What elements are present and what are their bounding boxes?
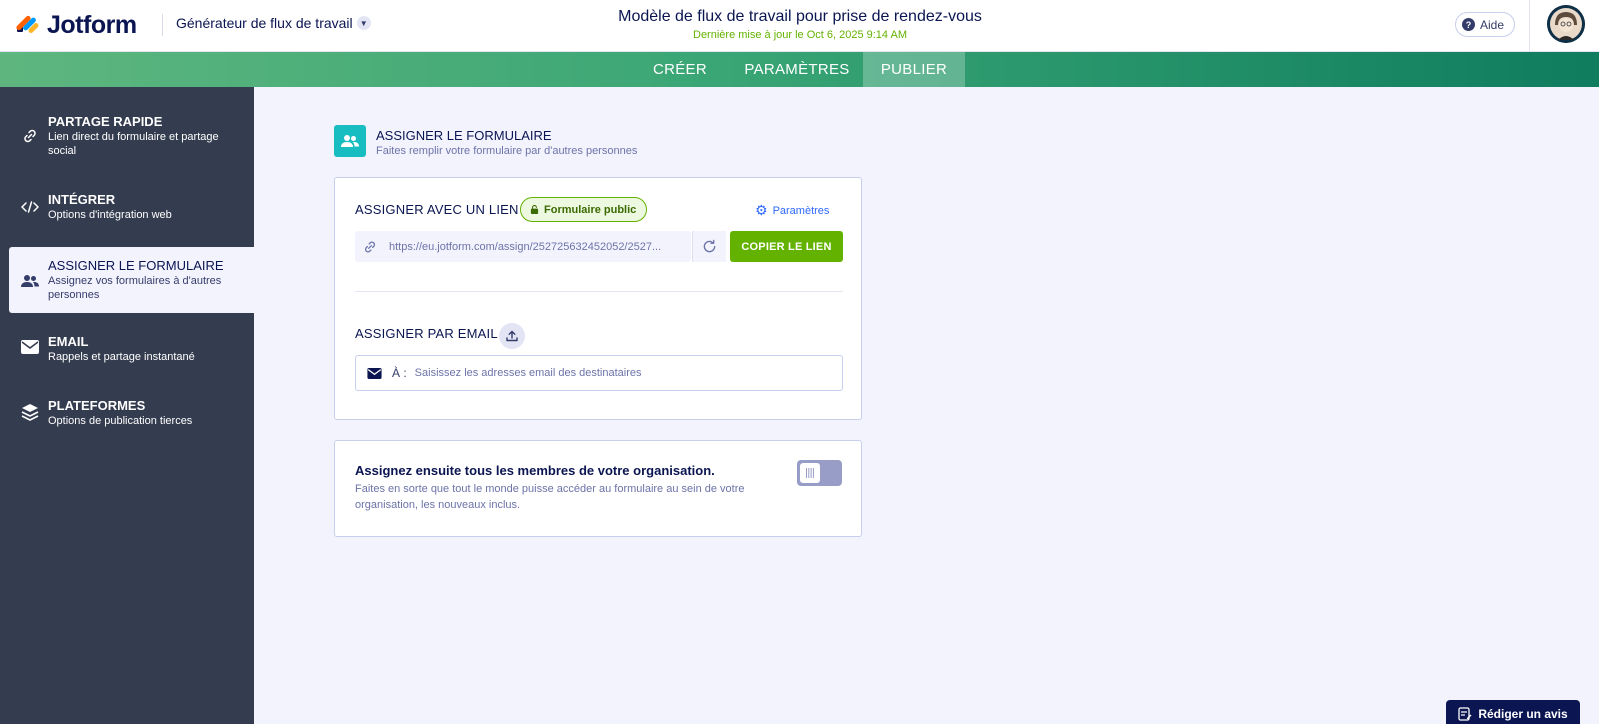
sidebar-item-label: ASSIGNER LE FORMULAIRE <box>48 258 224 273</box>
settings-label: Paramètres <box>772 204 830 217</box>
help-button[interactable]: ? Aide <box>1455 12 1516 37</box>
sidebar-item-label: PARTAGE RAPIDE <box>48 114 163 129</box>
publish-sidebar: PARTAGE RAPIDE Lien direct du formulaire… <box>0 87 254 724</box>
help-icon: ? <box>1462 18 1475 31</box>
tab-publier[interactable]: PUBLIER <box>863 52 965 87</box>
assign-section-icon <box>334 125 366 157</box>
builder-label: Générateur de flux de travail <box>176 15 353 31</box>
envelope-icon <box>20 337 40 357</box>
assign-url: https://eu.jotform.com/assign/2527256324… <box>389 240 662 253</box>
sidebar-item-sub: Options d'intégration web <box>48 209 172 221</box>
sidebar-item-integrer[interactable]: INTÉGRER Options d'intégration web <box>0 187 254 227</box>
sidebar-item-label: INTÉGRER <box>48 192 116 207</box>
feedback-button[interactable]: Rédiger un avis <box>1446 700 1580 724</box>
envelope-icon <box>356 367 392 379</box>
header-divider <box>162 14 163 36</box>
users-icon <box>20 271 40 291</box>
sidebar-item-sub: Lien direct du formulaire et partage soc… <box>48 131 219 157</box>
assign-email-title: ASSIGNER PAR EMAIL <box>355 326 498 341</box>
copy-link-button[interactable]: COPIER LE LIEN <box>730 231 843 262</box>
tab-creer[interactable]: CRÉER <box>640 52 720 87</box>
grip-icon <box>806 468 814 478</box>
sidebar-item-plateformes[interactable]: PLATEFORMES Options de publication tierc… <box>0 393 254 433</box>
recipient-email-field[interactable]: À : <box>355 355 843 391</box>
sidebar-item-sub: Options de publication tierces <box>48 415 193 427</box>
tab-parametres[interactable]: PARAMÈTRES <box>732 52 862 87</box>
logo-text: Jotform <box>47 10 137 39</box>
sidebar-item-email[interactable]: EMAIL Rappels et partage instantané <box>0 329 254 369</box>
sidebar-item-assigner[interactable]: ASSIGNER LE FORMULAIRE Assignez vos form… <box>9 247 254 313</box>
settings-link[interactable]: ⚙ Paramètres <box>755 202 829 219</box>
avatar[interactable] <box>1547 5 1585 43</box>
sidebar-item-sub: Rappels et partage instantané <box>48 351 195 363</box>
link-icon <box>355 240 385 254</box>
section-title: ASSIGNER LE FORMULAIRE <box>376 128 552 143</box>
sidebar-item-label: EMAIL <box>48 334 89 349</box>
email-input[interactable] <box>414 367 835 379</box>
sidebar-item-partage-rapide[interactable]: PARTAGE RAPIDE Lien direct du formulaire… <box>0 109 254 161</box>
builder-switcher[interactable]: Générateur de flux de travail ▼ <box>176 15 371 31</box>
gear-icon: ⚙ <box>755 202 768 218</box>
org-description: Faites en sorte que tout le monde puisse… <box>355 483 745 511</box>
header-divider-right <box>1529 0 1530 52</box>
layers-icon <box>20 402 40 422</box>
feedback-icon <box>1458 707 1472 721</box>
sidebar-item-label: PLATEFORMES <box>48 398 146 413</box>
refresh-link-button[interactable] <box>692 231 726 262</box>
sidebar-item-sub: Assignez vos formulaires à d'autres pers… <box>48 275 222 301</box>
last-updated: Dernière mise à jour le Oct 6, 2025 9:14… <box>693 29 907 41</box>
org-assign-toggle[interactable] <box>797 460 842 486</box>
to-label: À : <box>392 366 407 380</box>
section-description: Faites remplir votre formulaire par d'au… <box>376 145 638 157</box>
chevron-down-icon: ▼ <box>356 16 371 30</box>
public-form-badge[interactable]: Formulaire public <box>520 197 648 222</box>
form-title-block: Modèle de flux de travail pour prise de … <box>500 8 1100 41</box>
page-title[interactable]: Modèle de flux de travail pour prise de … <box>500 8 1100 26</box>
assign-card: ASSIGNER AVEC UN LIEN Formulaire public … <box>334 177 862 420</box>
toggle-knob <box>800 463 820 483</box>
assign-link-title: ASSIGNER AVEC UN LIEN <box>355 202 519 217</box>
code-icon <box>20 197 40 217</box>
badge-label: Formulaire public <box>544 203 637 216</box>
avatar-icon <box>1547 5 1585 43</box>
import-emails-button[interactable] <box>499 323 525 349</box>
link-icon <box>20 126 40 146</box>
assign-url-field[interactable]: https://eu.jotform.com/assign/2527256324… <box>355 231 691 262</box>
feedback-label: Rédiger un avis <box>1478 707 1568 721</box>
card-divider <box>355 291 843 292</box>
help-label: Aide <box>1480 17 1505 32</box>
organization-card: Assignez ensuite tous les membres de vot… <box>334 440 862 537</box>
jotform-logo-icon <box>16 15 39 33</box>
builder-tabs: CRÉER PARAMÈTRES PUBLIER <box>0 52 1599 87</box>
jotform-logo[interactable]: Jotform <box>15 10 137 40</box>
app-header: Jotform Générateur de flux de travail ▼ … <box>0 0 1599 52</box>
org-title: Assignez ensuite tous les membres de vot… <box>355 463 715 478</box>
upload-icon <box>506 330 518 342</box>
refresh-icon <box>703 239 716 253</box>
lock-icon <box>530 205 539 214</box>
